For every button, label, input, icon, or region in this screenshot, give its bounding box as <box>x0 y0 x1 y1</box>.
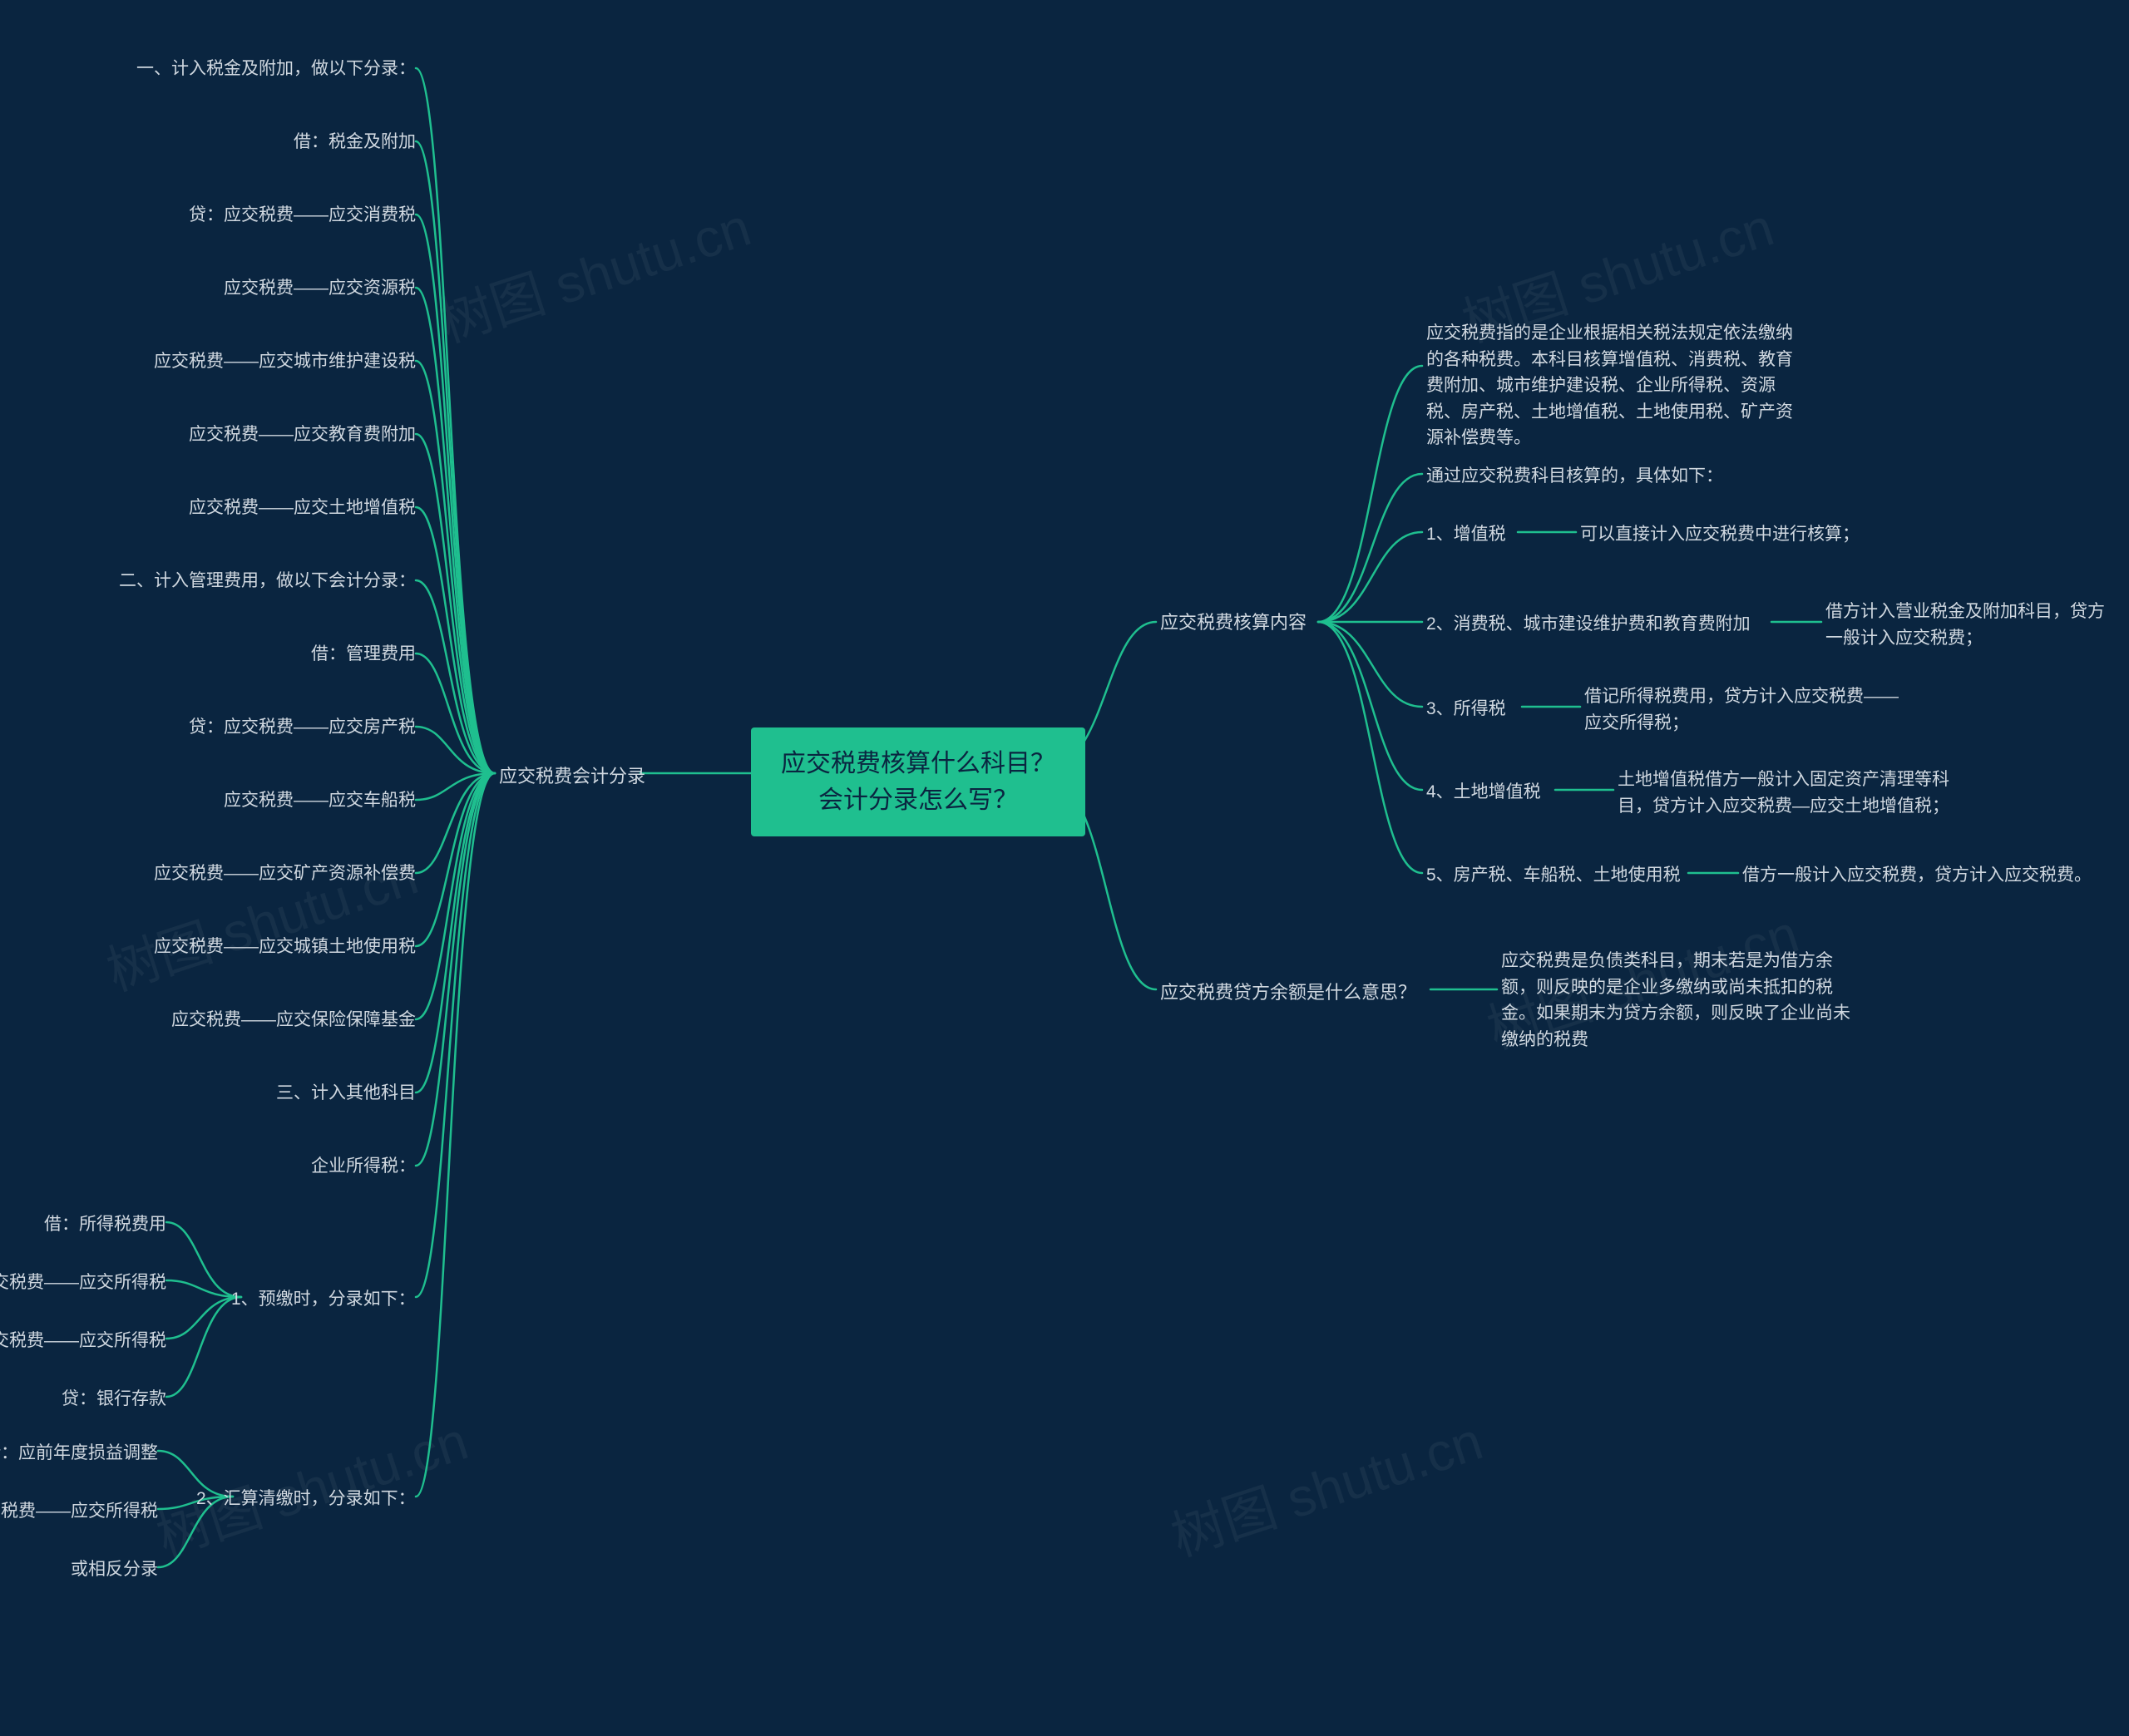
l-item-12: 应交税费——应交城镇土地使用税 <box>154 934 416 960</box>
center-node: 应交税费核算什么科目？ 会计分录怎么写？ <box>751 727 1085 836</box>
l-item-2: 贷：应交税费——应交消费税 <box>189 202 416 229</box>
r1-c2: 通过应交税费科目核算的，具体如下： <box>1426 463 1723 490</box>
center-line2: 会计分录怎么写？ <box>818 787 1018 814</box>
r1-c3-label: 1、增值税 <box>1426 521 1506 548</box>
branch-left: 应交税费会计分录 <box>499 762 645 790</box>
l-sub1-1: 贷：应交税费——应交所得税 <box>0 1270 166 1296</box>
l-sub1-0: 借：所得税费用 <box>44 1211 166 1238</box>
l-sub1-2: 借：应交税费——应交所得税 <box>0 1328 166 1354</box>
branch-right-2: 应交税费贷方余额是什么意思？ <box>1160 979 1416 1006</box>
r1-c7-detail: 借方一般计入应交税费，贷方计入应交税费。 <box>1742 862 2092 889</box>
r1-c3-detail: 可以直接计入应交税费中进行核算； <box>1580 521 1860 548</box>
l-sub1-3: 贷：银行存款 <box>62 1386 166 1413</box>
l-sub2: 2、汇算清缴时，分录如下： <box>196 1486 416 1512</box>
r1-c4-detail: 借方计入营业税金及附加科目，贷方一般计入应交税费； <box>1825 599 2117 651</box>
l-sub1: 1、预缴时，分录如下： <box>231 1286 416 1313</box>
l-item-15: 企业所得税： <box>311 1153 416 1180</box>
l-item-7: 二、计入管理费用，做以下会计分录： <box>119 568 416 594</box>
r1-c4-label: 2、消费税、城市建设维护费和教育费附加 <box>1426 611 1751 638</box>
l-item-8: 借：管理费用 <box>311 641 416 668</box>
r2-detail: 应交税费是负债类科目，期末若是为借方余额，则反映的是企业多缴纳或尚未抵扣的税金。… <box>1501 948 1850 1053</box>
r1-c6-label: 4、土地增值税 <box>1426 779 1541 806</box>
l-item-5: 应交税费——应交教育费附加 <box>189 422 416 448</box>
mindmap-stage: 树图 shutu.cn 树图 shutu.cn 树图 shutu.cn 树图 s… <box>0 0 2129 1736</box>
r1-c1: 应交税费指的是企业根据相关税法规定依法缴纳的各种税费。本科目核算增值税、消费税、… <box>1426 320 1801 451</box>
center-line1: 应交税费核算什么科目？ <box>781 750 1055 777</box>
l-sub2-0: 借：应前年度损益调整 <box>0 1440 158 1467</box>
l-item-14: 三、计入其他科目 <box>276 1080 416 1107</box>
watermark: 树图 shutu.cn <box>428 185 758 357</box>
l-item-11: 应交税费——应交矿产资源补偿费 <box>154 861 416 887</box>
l-sub2-1: 贷：应交税费——应交所得税 <box>0 1498 158 1525</box>
r1-c5-detail: 借记所得税费用，贷方计入应交税费——应交所得税； <box>1584 683 1900 736</box>
l-item-9: 贷：应交税费——应交房产税 <box>189 714 416 741</box>
l-item-10: 应交税费——应交车船税 <box>224 787 416 814</box>
branch-right-1: 应交税费核算内容 <box>1160 609 1307 636</box>
l-item-13: 应交税费——应交保险保障基金 <box>171 1007 416 1033</box>
r1-c6-detail: 土地增值税借方一般计入固定资产清理等科目，贷方计入应交税费—应交土地增值税； <box>1618 767 1950 819</box>
l-item-0: 一、计入税金及附加，做以下分录： <box>136 56 416 82</box>
l-item-1: 借：税金及附加 <box>294 129 416 155</box>
l-item-3: 应交税费——应交资源税 <box>224 275 416 302</box>
l-item-4: 应交税费——应交城市维护建设税 <box>154 348 416 375</box>
r1-c7-label: 5、房产税、车船税、土地使用税 <box>1426 862 1681 889</box>
watermark: 树图 shutu.cn <box>96 833 426 1005</box>
l-item-6: 应交税费——应交土地增值税 <box>189 495 416 521</box>
watermark: 树图 shutu.cn <box>1160 1398 1490 1571</box>
r1-c5-label: 3、所得税 <box>1426 696 1506 723</box>
l-sub2-2: 或相反分录 <box>71 1556 158 1583</box>
watermark: 树图 shutu.cn <box>146 1398 476 1571</box>
